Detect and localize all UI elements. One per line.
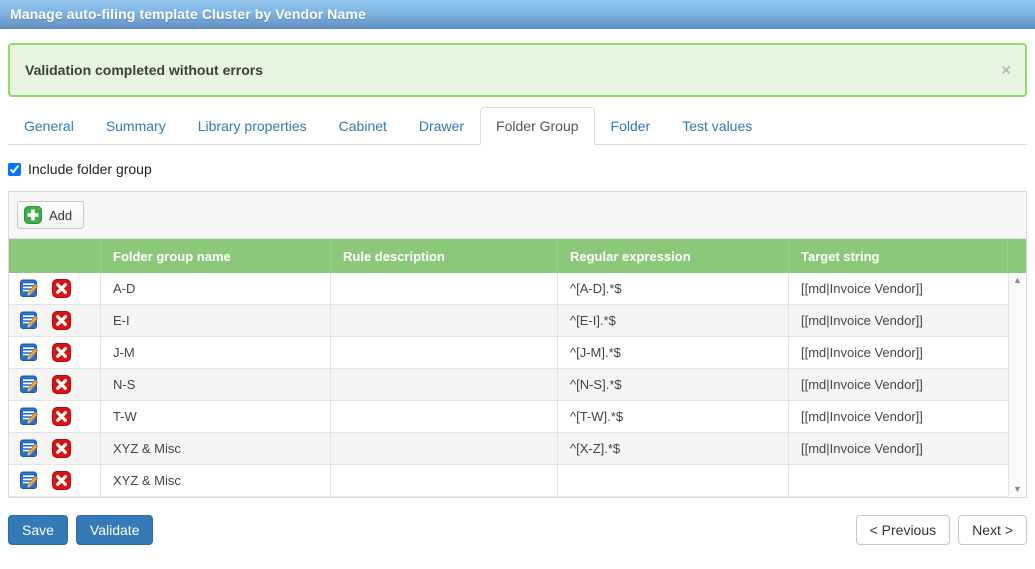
close-icon[interactable]: × bbox=[1001, 62, 1011, 79]
tab-cabinet[interactable]: Cabinet bbox=[323, 107, 403, 145]
delete-icon[interactable] bbox=[52, 471, 71, 490]
cell-regular-expression: ^[E-I].*$ bbox=[558, 305, 789, 336]
dialog-title: Manage auto-filing template Cluster by V… bbox=[10, 6, 366, 22]
add-button-label: Add bbox=[49, 208, 72, 223]
validation-message: Validation completed without errors bbox=[25, 62, 263, 78]
cell-regular-expression: ^[J-M].*$ bbox=[558, 337, 789, 368]
cell-regular-expression: ^[A-D].*$ bbox=[558, 273, 789, 304]
edit-icon[interactable] bbox=[20, 279, 39, 298]
cell-target-string: [[md|Invoice Vendor]] bbox=[789, 433, 1008, 464]
tab-folder-group[interactable]: Folder Group bbox=[480, 107, 594, 145]
scroll-up-icon[interactable]: ▲ bbox=[1013, 276, 1022, 285]
tab-test-values[interactable]: Test values bbox=[666, 107, 768, 145]
edit-icon[interactable] bbox=[20, 471, 39, 490]
table-body: A-D ^[A-D].*$ [[md|Invoice Vendor]] E-I … bbox=[9, 273, 1026, 497]
cell-regular-expression: ^[N-S].*$ bbox=[558, 369, 789, 400]
validation-alert: Validation completed without errors × bbox=[8, 43, 1027, 97]
table-row: N-S ^[N-S].*$ [[md|Invoice Vendor]] bbox=[9, 369, 1008, 401]
plus-icon bbox=[24, 206, 42, 224]
column-header-actions bbox=[9, 239, 101, 273]
tab-summary[interactable]: Summary bbox=[90, 107, 182, 145]
column-header-regular-expression: Regular expression bbox=[558, 239, 789, 273]
vertical-scrollbar[interactable]: ▲ ▼ bbox=[1008, 273, 1026, 497]
validate-button[interactable]: Validate bbox=[76, 515, 154, 545]
tab-library-properties[interactable]: Library properties bbox=[182, 107, 323, 145]
cell-target-string: [[md|Invoice Vendor]] bbox=[789, 273, 1008, 304]
row-actions bbox=[9, 433, 101, 464]
cell-rule-description bbox=[331, 305, 558, 336]
next-button[interactable]: Next > bbox=[958, 515, 1027, 545]
delete-icon[interactable] bbox=[52, 311, 71, 330]
cell-rule-description bbox=[331, 337, 558, 368]
cell-rule-description bbox=[331, 273, 558, 304]
column-header-rule-description: Rule description bbox=[331, 239, 558, 273]
cell-folder-group-name: J-M bbox=[101, 337, 331, 368]
column-header-target-string: Target string bbox=[789, 239, 1008, 273]
cell-folder-group-name: XYZ & Misc bbox=[101, 465, 331, 496]
delete-icon[interactable] bbox=[52, 343, 71, 362]
include-folder-group-checkbox[interactable] bbox=[8, 163, 21, 176]
include-folder-group-row: Include folder group bbox=[8, 161, 1027, 177]
table-row: T-W ^[T-W].*$ [[md|Invoice Vendor]] bbox=[9, 401, 1008, 433]
cell-regular-expression: ^[T-W].*$ bbox=[558, 401, 789, 432]
table-row: XYZ & Misc ^[X-Z].*$ [[md|Invoice Vendor… bbox=[9, 433, 1008, 465]
dialog-title-bar: Manage auto-filing template Cluster by V… bbox=[0, 0, 1035, 29]
table-header: Folder group name Rule description Regul… bbox=[9, 239, 1026, 273]
cell-rule-description bbox=[331, 401, 558, 432]
cell-target-string: [[md|Invoice Vendor]] bbox=[789, 337, 1008, 368]
column-header-scroll-spacer bbox=[1008, 239, 1032, 273]
cell-regular-expression: ^[X-Z].*$ bbox=[558, 433, 789, 464]
save-button[interactable]: Save bbox=[8, 515, 68, 545]
row-actions bbox=[9, 401, 101, 432]
row-actions bbox=[9, 273, 101, 304]
table-row: E-I ^[E-I].*$ [[md|Invoice Vendor]] bbox=[9, 305, 1008, 337]
edit-icon[interactable] bbox=[20, 439, 39, 458]
cell-folder-group-name: XYZ & Misc bbox=[101, 433, 331, 464]
tab-bar: General Summary Library properties Cabin… bbox=[8, 107, 1027, 145]
row-actions bbox=[9, 369, 101, 400]
add-button[interactable]: Add bbox=[17, 201, 84, 229]
cell-folder-group-name: E-I bbox=[101, 305, 331, 336]
cell-rule-description bbox=[331, 369, 558, 400]
delete-icon[interactable] bbox=[52, 407, 71, 426]
edit-icon[interactable] bbox=[20, 343, 39, 362]
tab-folder[interactable]: Folder bbox=[595, 107, 667, 145]
row-actions bbox=[9, 337, 101, 368]
delete-icon[interactable] bbox=[52, 375, 71, 394]
row-actions bbox=[9, 305, 101, 336]
dialog-footer: Save Validate < Previous Next > bbox=[8, 515, 1027, 545]
table-row: J-M ^[J-M].*$ [[md|Invoice Vendor]] bbox=[9, 337, 1008, 369]
cell-folder-group-name: N-S bbox=[101, 369, 331, 400]
cell-rule-description bbox=[331, 433, 558, 464]
grid-toolbar: Add bbox=[9, 192, 1026, 239]
column-header-folder-group-name: Folder group name bbox=[101, 239, 331, 273]
cell-folder-group-name: T-W bbox=[101, 401, 331, 432]
edit-icon[interactable] bbox=[20, 311, 39, 330]
table-row: A-D ^[A-D].*$ [[md|Invoice Vendor]] bbox=[9, 273, 1008, 305]
delete-icon[interactable] bbox=[52, 439, 71, 458]
tab-general[interactable]: General bbox=[8, 107, 90, 145]
scroll-down-icon[interactable]: ▼ bbox=[1013, 485, 1022, 494]
folder-group-grid: Add Folder group name Rule description R… bbox=[8, 191, 1027, 498]
row-actions bbox=[9, 465, 101, 496]
table-row: XYZ & Misc bbox=[9, 465, 1008, 497]
delete-icon[interactable] bbox=[52, 279, 71, 298]
cell-target-string: [[md|Invoice Vendor]] bbox=[789, 369, 1008, 400]
edit-icon[interactable] bbox=[20, 375, 39, 394]
cell-target-string: [[md|Invoice Vendor]] bbox=[789, 401, 1008, 432]
cell-target-string: [[md|Invoice Vendor]] bbox=[789, 305, 1008, 336]
cell-folder-group-name: A-D bbox=[101, 273, 331, 304]
cell-rule-description bbox=[331, 465, 558, 496]
previous-button[interactable]: < Previous bbox=[856, 515, 951, 545]
cell-target-string bbox=[789, 465, 1008, 496]
include-folder-group-label: Include folder group bbox=[28, 161, 152, 177]
tab-drawer[interactable]: Drawer bbox=[403, 107, 480, 145]
cell-regular-expression bbox=[558, 465, 789, 496]
edit-icon[interactable] bbox=[20, 407, 39, 426]
